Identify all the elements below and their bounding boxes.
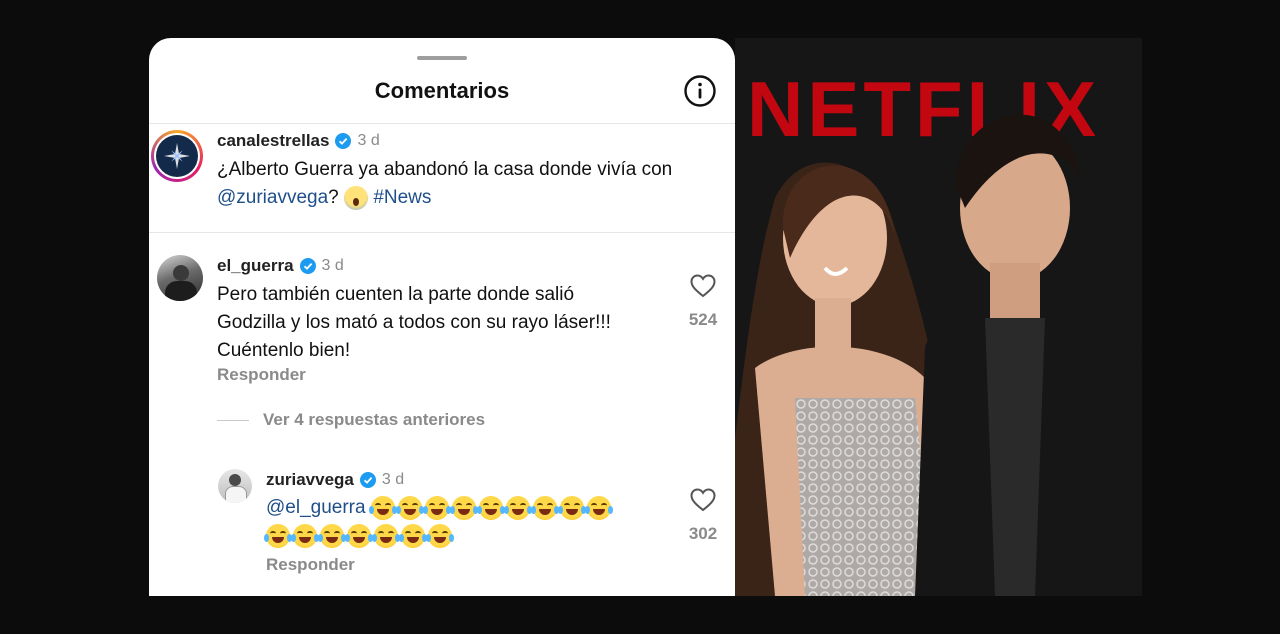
comment-text: Pero también cuenten la parte donde sali… xyxy=(217,281,687,365)
face-with-tears-of-joy-emoji-icon xyxy=(399,523,427,548)
drag-handle[interactable] xyxy=(417,56,467,60)
username[interactable]: el_guerra xyxy=(217,256,294,276)
face-with-tears-of-joy-emoji-icon xyxy=(372,523,400,548)
face-with-tears-of-joy-emoji-icon xyxy=(426,523,454,548)
sheet-title: Comentarios xyxy=(374,78,510,103)
caption-punct: ? xyxy=(328,187,339,208)
face-with-tears-of-joy-emoji-icon xyxy=(318,523,346,548)
timestamp: 3 d xyxy=(357,132,380,149)
view-replies-label: Ver 4 respuestas anteriores xyxy=(263,410,486,429)
face-with-tears-of-joy-emoji-icon xyxy=(291,523,319,548)
face-with-tears-of-joy-emoji-icon xyxy=(584,495,613,520)
caption-line: ¿Alberto Guerra ya abandonó la casa dond… xyxy=(217,159,673,180)
like-count: 524 xyxy=(688,310,718,329)
info-icon[interactable] xyxy=(683,74,717,108)
timestamp: 3 d xyxy=(381,471,405,488)
hashtag-link[interactable]: #News xyxy=(373,187,431,208)
face-with-tears-of-joy-emoji-icon xyxy=(422,495,451,520)
timestamp: 3 d xyxy=(321,257,344,274)
avatar[interactable] xyxy=(157,255,203,301)
comment-line: Pero también cuenten la parte donde sali… xyxy=(217,284,575,305)
mention-link[interactable]: @zuriavvega xyxy=(217,187,328,208)
face-with-tears-of-joy-emoji-icon xyxy=(503,495,532,520)
like-count: 302 xyxy=(688,524,718,543)
comments-sheet: Comentarios canalestrellas 3 d ¿Alberto … xyxy=(149,38,735,596)
face-with-tears-of-joy-emoji-icon xyxy=(476,495,505,520)
avatar[interactable] xyxy=(218,469,252,503)
username[interactable]: zuriavvega xyxy=(266,470,354,490)
verified-badge-icon xyxy=(335,133,352,149)
reply-button[interactable]: Responder xyxy=(217,365,306,385)
reply-button[interactable]: Responder xyxy=(266,555,355,575)
replies-line xyxy=(217,419,249,421)
comment-line: Godzilla y los mató a todos con su rayo … xyxy=(217,312,611,333)
header-divider xyxy=(149,123,735,124)
caption-divider xyxy=(149,232,735,233)
news-photo: NETFLIX xyxy=(735,38,1142,596)
star-logo-icon xyxy=(156,135,198,177)
heart-icon[interactable] xyxy=(690,274,716,298)
verified-badge-icon xyxy=(299,258,316,274)
view-replies-button[interactable]: Ver 4 respuestas anteriores xyxy=(217,410,485,430)
username[interactable]: canalestrellas xyxy=(217,131,329,151)
face-with-tears-of-joy-emoji-icon xyxy=(345,523,373,548)
comment-line: Cuéntenlo bien! xyxy=(217,340,351,361)
heart-icon[interactable] xyxy=(690,488,716,512)
avatar[interactable] xyxy=(151,130,203,182)
post-caption: ¿Alberto Guerra ya abandonó la casa dond… xyxy=(217,156,727,212)
post-author: canalestrellas 3 d xyxy=(217,131,380,151)
mention-link[interactable]: @el_guerra xyxy=(266,497,366,518)
face-screaming-emoji-icon xyxy=(344,185,369,210)
face-with-tears-of-joy-emoji-icon xyxy=(530,495,559,520)
comment-author: el_guerra 3 d xyxy=(217,256,344,276)
emoji-row xyxy=(368,495,614,520)
face-with-tears-of-joy-emoji-icon xyxy=(395,495,424,520)
reply-author: zuriavvega 3 d xyxy=(266,470,404,490)
couple-photo-illustration: NETFLIX xyxy=(735,38,1142,596)
face-with-tears-of-joy-emoji-icon xyxy=(449,495,478,520)
face-with-tears-of-joy-emoji-icon xyxy=(264,523,292,548)
verified-badge-icon xyxy=(359,472,376,488)
emoji-row xyxy=(264,523,455,548)
face-with-tears-of-joy-emoji-icon xyxy=(368,495,397,520)
reply-text: @el_guerra xyxy=(264,494,666,550)
face-with-tears-of-joy-emoji-icon xyxy=(557,495,586,520)
